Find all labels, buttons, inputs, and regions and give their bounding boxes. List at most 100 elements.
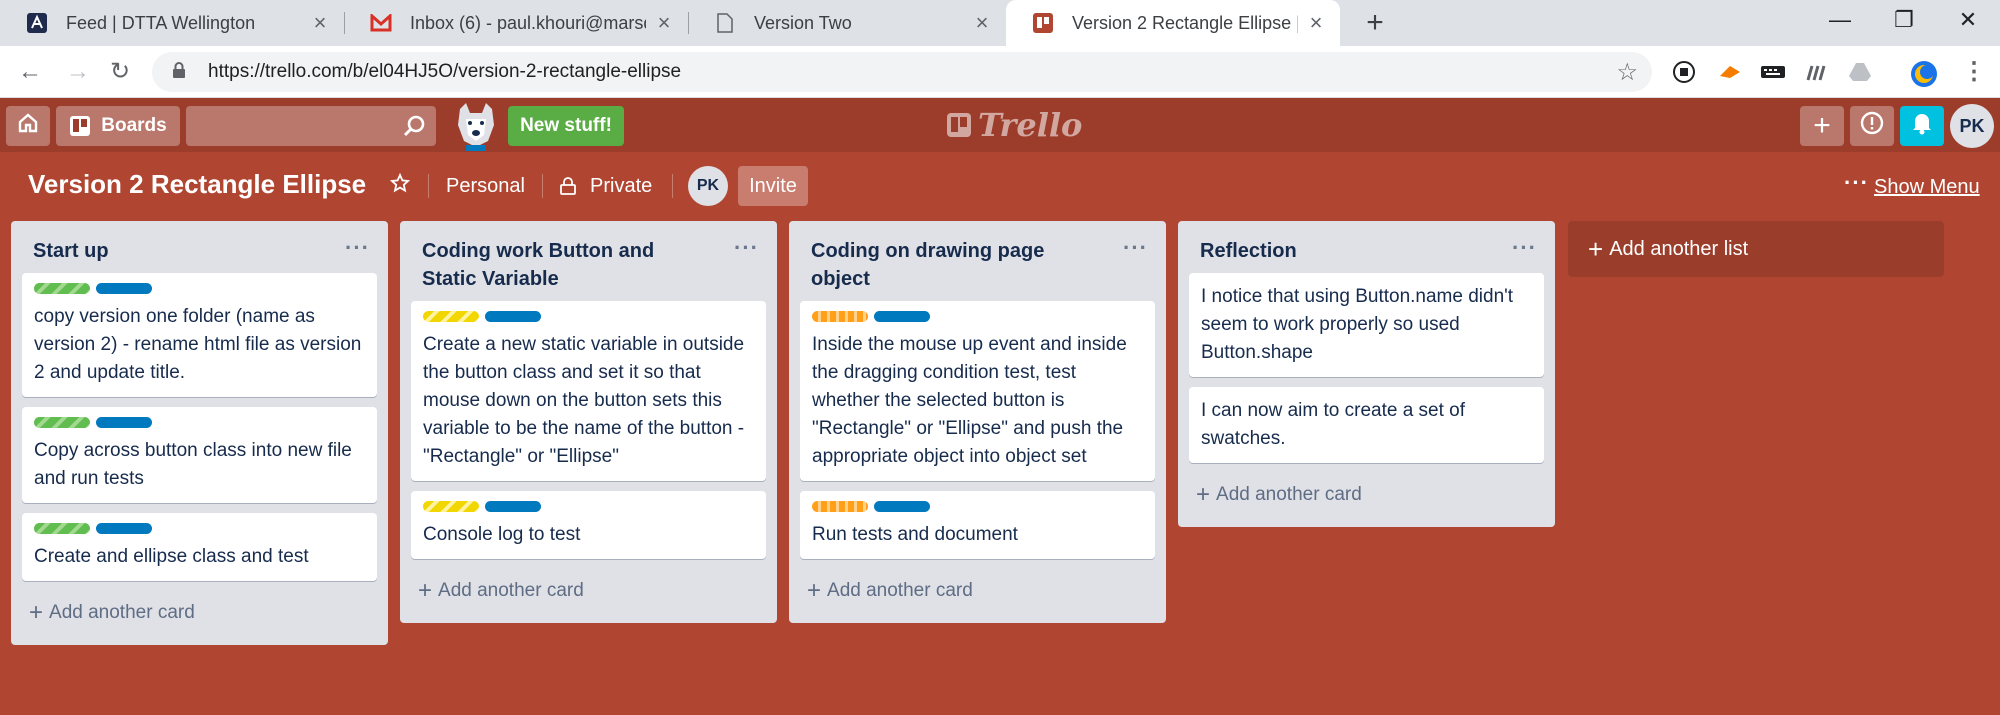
list-title[interactable]: Start up: [11, 221, 388, 273]
trello-header: Boards New stuff! Trello + PK: [0, 98, 2000, 152]
lock-icon: [172, 62, 190, 82]
add-list-button[interactable]: + Add another list: [1568, 221, 1944, 277]
label-blue[interactable]: [874, 311, 930, 322]
back-arrow-icon[interactable]: ←: [12, 54, 48, 90]
user-avatar[interactable]: PK: [1950, 104, 1994, 148]
team-button[interactable]: Personal: [446, 166, 525, 206]
label-blue[interactable]: [96, 417, 152, 428]
label-yellow[interactable]: [423, 311, 479, 322]
gmail-icon: [370, 12, 392, 34]
minimize-icon[interactable]: —: [1810, 0, 1870, 40]
boards-button[interactable]: Boards: [56, 106, 180, 146]
boards-icon: [69, 115, 91, 137]
browser-tab-version-two[interactable]: Version Two ×: [688, 0, 1006, 46]
divider: [542, 174, 543, 198]
list-menu-icon[interactable]: ···: [1512, 235, 1537, 261]
browser-tab-dtta[interactable]: Feed | DTTA Wellington ×: [0, 0, 344, 46]
extension-orange-icon[interactable]: [1718, 60, 1742, 84]
create-button[interactable]: +: [1800, 106, 1844, 146]
card-labels: [423, 311, 754, 323]
forward-arrow-icon[interactable]: →: [60, 54, 96, 90]
card[interactable]: I notice that using Button.name didn't s…: [1189, 273, 1544, 377]
bookmark-star-icon[interactable]: ☆: [1616, 58, 1638, 87]
add-card-button[interactable]: + Add another card: [1178, 473, 1555, 527]
browser-tab-trello[interactable]: Version 2 Rectangle Ellipse | Trello ×: [1006, 0, 1340, 46]
extension-pencil-icon[interactable]: [1804, 60, 1828, 84]
plus-icon: +: [29, 599, 44, 626]
member-avatar[interactable]: PK: [688, 166, 728, 206]
label-blue[interactable]: [96, 283, 152, 294]
card-labels: [34, 523, 365, 535]
list-title[interactable]: Reflection: [1178, 221, 1555, 273]
browser-tab-gmail[interactable]: Inbox (6) - paul.khouri@marsden ×: [344, 0, 688, 46]
card[interactable]: Console log to test: [411, 491, 766, 559]
extension-keyboard-icon[interactable]: [1760, 60, 1785, 84]
list-menu-icon[interactable]: ···: [1123, 235, 1148, 261]
trello-logo[interactable]: Trello: [946, 106, 1082, 144]
list-coding-drawing-page: Coding on drawing page object ··· Inside…: [789, 221, 1166, 623]
close-icon[interactable]: ×: [972, 10, 992, 36]
list-title[interactable]: Coding on drawing page object: [789, 221, 1166, 301]
home-button[interactable]: [6, 106, 50, 146]
more-icon[interactable]: ···: [1844, 170, 1869, 196]
card[interactable]: Create and ellipse class and test: [22, 513, 377, 581]
url-text: https://trello.com/b/el04HJ5O/version-2-…: [208, 61, 682, 82]
visibility-button[interactable]: Private: [560, 166, 652, 206]
notifications-button[interactable]: [1900, 106, 1944, 146]
close-icon[interactable]: ×: [310, 10, 330, 36]
list-menu-icon[interactable]: ···: [734, 235, 759, 261]
label-green[interactable]: [34, 523, 90, 534]
card[interactable]: Copy across button class into new file a…: [22, 407, 377, 503]
search-input[interactable]: [186, 106, 436, 146]
show-menu-button[interactable]: Show Menu: [1874, 176, 1980, 199]
close-icon[interactable]: ×: [654, 10, 674, 36]
list-menu-icon[interactable]: ···: [345, 235, 370, 261]
husky-mascot-icon[interactable]: [448, 101, 504, 151]
list-title[interactable]: Coding work Button and Static Variable: [400, 221, 777, 301]
star-board-button[interactable]: [389, 166, 414, 206]
add-card-button[interactable]: + Add another card: [400, 569, 777, 623]
plus-icon: +: [1813, 109, 1831, 142]
home-icon: [17, 112, 39, 140]
info-button[interactable]: [1850, 106, 1894, 146]
new-stuff-button[interactable]: New stuff!: [508, 106, 624, 146]
label-blue[interactable]: [485, 311, 541, 322]
label-orange[interactable]: [812, 311, 868, 322]
new-tab-button[interactable]: +: [1358, 6, 1392, 40]
browser-menu-icon[interactable]: ⋮: [1956, 54, 1992, 90]
label-green[interactable]: [34, 417, 90, 428]
label-blue[interactable]: [874, 501, 930, 512]
board-title[interactable]: Version 2 Rectangle Ellipse: [28, 169, 366, 200]
card-labels: [812, 501, 1143, 513]
plus-icon: +: [807, 577, 822, 604]
address-bar[interactable]: https://trello.com/b/el04HJ5O/version-2-…: [152, 52, 1652, 92]
add-card-button[interactable]: + Add another card: [11, 591, 388, 645]
card[interactable]: copy version one folder (name as version…: [22, 273, 377, 397]
label-blue[interactable]: [96, 523, 152, 534]
bell-icon: [1911, 111, 1933, 141]
tab-title: Version 2 Rectangle Ellipse | Trello: [1072, 12, 1298, 33]
card-text: Console log to test: [423, 524, 581, 545]
restore-icon[interactable]: ❐: [1874, 0, 1934, 40]
add-card-button[interactable]: + Add another card: [789, 569, 1166, 623]
card-text: Create and ellipse class and test: [34, 546, 309, 567]
label-yellow[interactable]: [423, 501, 479, 512]
extension-drive-icon[interactable]: [1848, 60, 1872, 84]
invite-button[interactable]: Invite: [738, 166, 808, 206]
card[interactable]: Create a new static variable in outside …: [411, 301, 766, 481]
label-green[interactable]: [34, 283, 90, 294]
window-close-icon[interactable]: ✕: [1938, 0, 1998, 40]
reload-icon[interactable]: ↻: [102, 54, 138, 90]
close-icon[interactable]: ×: [1306, 10, 1326, 36]
label-blue[interactable]: [485, 501, 541, 512]
extension-record-icon[interactable]: [1672, 60, 1696, 84]
card-text: copy version one folder (name as version…: [34, 306, 362, 383]
profile-icon[interactable]: [1910, 60, 1937, 87]
star-icon: [389, 172, 411, 199]
boards-label: Boards: [101, 115, 167, 136]
card[interactable]: Run tests and document: [800, 491, 1155, 559]
label-orange[interactable]: [812, 501, 868, 512]
card[interactable]: Inside the mouse up event and inside the…: [800, 301, 1155, 481]
card[interactable]: I can now aim to create a set of swatche…: [1189, 387, 1544, 463]
add-card-label: Add another card: [1216, 484, 1362, 505]
